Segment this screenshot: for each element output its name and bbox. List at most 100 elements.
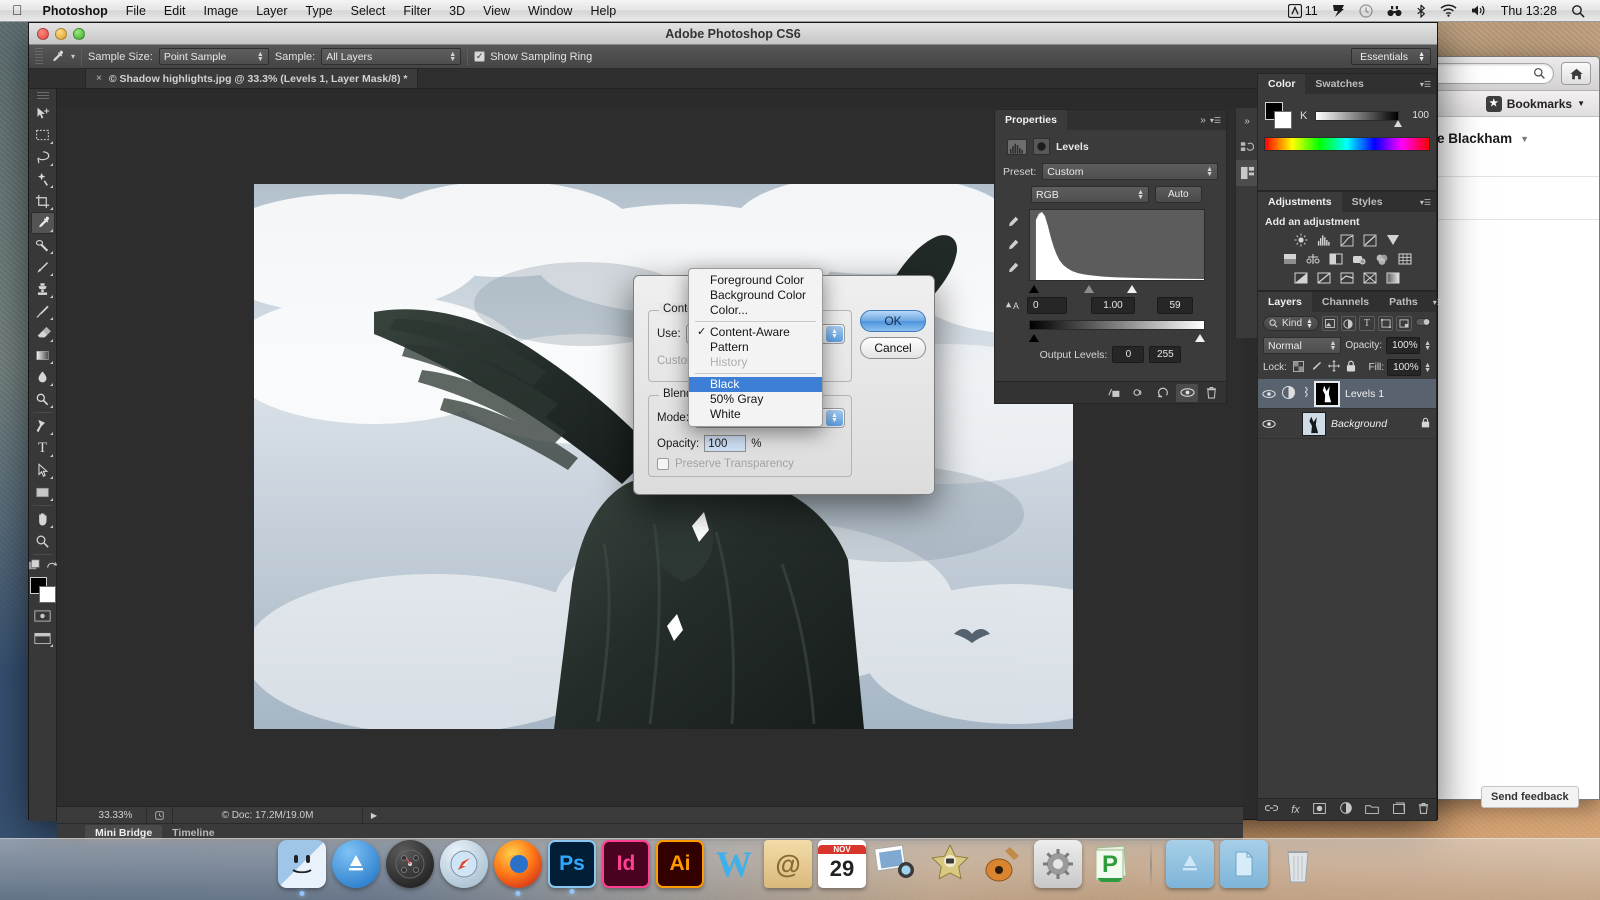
- table-row[interactable]: Levels 1: [1258, 379, 1436, 409]
- input-gamma-field[interactable]: 1.00: [1091, 297, 1135, 314]
- mac-dock[interactable]: Ps Id Ai W @ NOV 29 P: [0, 822, 1600, 900]
- apple-icon[interactable]: : [0, 3, 34, 17]
- color-panel[interactable]: Color Swatches ▾☰ K 100: [1257, 73, 1437, 191]
- table-row[interactable]: Background: [1258, 409, 1436, 439]
- browser-home-button[interactable]: [1561, 62, 1591, 85]
- gradient-tool[interactable]: [31, 344, 55, 366]
- dock-item-documents-folder[interactable]: [1220, 840, 1268, 888]
- menu-item-color[interactable]: Color...: [689, 303, 822, 318]
- curves-icon[interactable]: [1339, 233, 1355, 247]
- bluetooth-icon[interactable]: [1409, 4, 1433, 18]
- input-white-field[interactable]: 59: [1157, 297, 1193, 314]
- fill-contents-popup-menu[interactable]: Foreground Color Background Color Color.…: [688, 268, 823, 427]
- blend-mode-row[interactable]: Normal ▲ ▼ Opacity: 100% ▲ ▼: [1258, 335, 1436, 356]
- layer-name[interactable]: Background: [1331, 418, 1387, 430]
- view-previous-state-icon[interactable]: [1128, 384, 1150, 402]
- wifi-icon[interactable]: [1433, 4, 1464, 17]
- color-panel-tabs[interactable]: Color Swatches ▾☰: [1258, 74, 1436, 94]
- spotlight-search-icon[interactable]: [1564, 4, 1592, 18]
- dock-item-app-store[interactable]: [332, 840, 380, 888]
- tab-color[interactable]: Color: [1258, 74, 1306, 94]
- properties-panel-icon[interactable]: [1236, 160, 1258, 186]
- panel-menu[interactable]: » ▾☰: [1195, 110, 1226, 130]
- rectangular-marquee-tool[interactable]: [31, 124, 55, 146]
- layers-panel-tabs[interactable]: Layers Channels Paths ▾☰: [1258, 292, 1444, 312]
- adjustments-row-3[interactable]: [1258, 271, 1436, 285]
- zoom-tool[interactable]: [31, 530, 55, 552]
- gamma-input-slider[interactable]: [1084, 285, 1094, 293]
- preset-select[interactable]: Custom ▲ ▼: [1042, 163, 1218, 180]
- color-balance-icon[interactable]: [1305, 252, 1321, 266]
- layer-filter-row[interactable]: Kind ▲ ▼ T: [1258, 312, 1436, 335]
- dodge-tool[interactable]: [31, 388, 55, 410]
- lock-position-icon[interactable]: [1327, 360, 1340, 375]
- ok-button[interactable]: OK: [860, 310, 926, 332]
- history-brush-tool[interactable]: [31, 300, 55, 322]
- adjustments-row-1[interactable]: [1258, 233, 1436, 247]
- textexpander-icon[interactable]: [1325, 4, 1352, 18]
- binoculars-icon[interactable]: [1380, 4, 1409, 18]
- threshold-icon[interactable]: [1339, 271, 1355, 285]
- layer-style-icon[interactable]: fx: [1291, 804, 1300, 816]
- adjustments-row-2[interactable]: [1258, 252, 1436, 266]
- dock-item-garageband[interactable]: [980, 840, 1028, 888]
- menu-item-black[interactable]: Black: [689, 377, 822, 392]
- workspace-switcher[interactable]: Essentials ▲ ▼: [1351, 48, 1431, 65]
- menu-edit[interactable]: Edit: [155, 0, 195, 22]
- layer-mask-thumbnail[interactable]: [1314, 380, 1340, 407]
- menu-3d[interactable]: 3D: [440, 0, 474, 22]
- properties-panel-footer[interactable]: [995, 381, 1226, 403]
- menu-item-pattern[interactable]: Pattern: [689, 340, 822, 355]
- quick-mask-icon[interactable]: [28, 559, 41, 572]
- menu-window[interactable]: Window: [519, 0, 581, 22]
- dock-item-system-preferences[interactable]: [1034, 840, 1082, 888]
- lasso-tool[interactable]: [31, 146, 55, 168]
- swap-colors-icon[interactable]: [46, 559, 58, 571]
- dock-item-trash[interactable]: [1274, 840, 1322, 888]
- tab-channels[interactable]: Channels: [1312, 292, 1379, 312]
- menu-item-content-aware[interactable]: ✓ Content-Aware: [689, 325, 822, 340]
- layer-mask-icon[interactable]: [1033, 138, 1050, 155]
- set-white-point-eyedropper[interactable]: [1006, 261, 1020, 278]
- layer-thumbnail[interactable]: [1302, 411, 1326, 436]
- k-value[interactable]: 100: [1407, 110, 1429, 121]
- output-black-slider[interactable]: [1029, 334, 1039, 342]
- collapse-icon[interactable]: »: [1200, 115, 1206, 126]
- time-machine-icon[interactable]: [1352, 3, 1380, 18]
- preset-row[interactable]: Preset: Custom ▲ ▼: [1003, 163, 1218, 180]
- layer-visibility-icon[interactable]: [1262, 419, 1276, 429]
- status-bar[interactable]: 33.33% © Doc: 17.2M/19.0M ▶: [57, 806, 1243, 824]
- layer-mask-icon[interactable]: [1313, 802, 1327, 817]
- collapsed-panel-dock[interactable]: »: [1235, 108, 1258, 338]
- lock-transparency-icon[interactable]: [1292, 360, 1304, 375]
- adjustment-filter-icon[interactable]: [1340, 316, 1357, 331]
- layers-panel-footer[interactable]: fx: [1258, 798, 1436, 820]
- menu-bar-clock[interactable]: Thu 13:28: [1494, 0, 1564, 22]
- dock-item-powerpoint[interactable]: P: [1088, 840, 1136, 888]
- rectangle-tool[interactable]: [31, 481, 55, 503]
- output-black-field[interactable]: 0: [1112, 346, 1145, 363]
- adjustments-panel[interactable]: Adjustments Styles ▾☰ Add an adjustment: [1257, 191, 1437, 291]
- menu-item-white[interactable]: White: [689, 407, 822, 422]
- hand-tool[interactable]: [31, 508, 55, 530]
- opacity-value[interactable]: 100%: [1386, 337, 1421, 354]
- posterize-icon[interactable]: [1316, 271, 1332, 285]
- menu-bar-status-items[interactable]: 11 Thu 13:28: [1281, 0, 1600, 22]
- blur-tool[interactable]: [31, 366, 55, 388]
- color-swatches[interactable]: [29, 577, 56, 603]
- vibrance-icon[interactable]: [1385, 233, 1401, 247]
- color-spectrum-ramp[interactable]: [1264, 137, 1430, 151]
- tab-swatches[interactable]: Swatches: [1305, 74, 1373, 94]
- menu-item-background-color[interactable]: Background Color: [689, 288, 822, 303]
- panel-menu-icon[interactable]: ▾☰: [1420, 80, 1431, 89]
- panel-menu-icon[interactable]: ▾☰: [1433, 298, 1444, 307]
- panel-menu[interactable]: ▾☰: [1428, 292, 1449, 312]
- path-selection-tool[interactable]: [31, 459, 55, 481]
- eyedropper-icon[interactable]: [49, 49, 65, 65]
- levels-output-sliders[interactable]: [1029, 332, 1205, 342]
- layers-panel[interactable]: Layers Channels Paths ▾☰ Kind ▲ ▼ T Norma…: [1257, 291, 1444, 821]
- tab-properties[interactable]: Properties: [995, 110, 1067, 130]
- hue-saturation-icon[interactable]: [1282, 252, 1298, 266]
- slider-thumb-icon[interactable]: [1394, 119, 1402, 127]
- delete-layer-icon[interactable]: [1418, 802, 1429, 817]
